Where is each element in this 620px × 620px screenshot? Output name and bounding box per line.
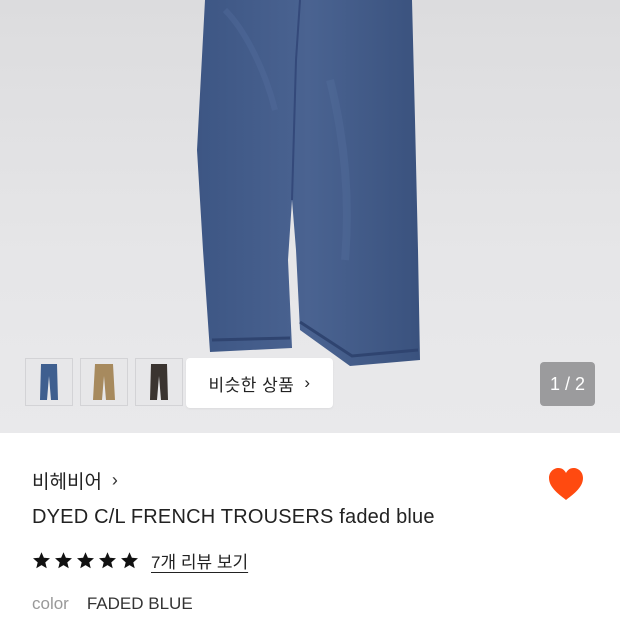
thumbnail-strip — [25, 358, 183, 406]
pants-thumb-icon — [150, 364, 168, 400]
thumbnail-dark[interactable] — [135, 358, 183, 406]
product-title: DYED C/L FRENCH TROUSERS faded blue — [32, 506, 435, 528]
pants-thumb-icon — [40, 364, 58, 400]
similar-products-button[interactable]: 비슷한 상품 › — [186, 358, 333, 408]
heart-icon[interactable] — [546, 464, 586, 504]
star-icon — [121, 552, 138, 569]
star-icon — [99, 552, 116, 569]
brand-link[interactable]: 비헤비어 › — [32, 467, 118, 494]
color-value: FADED BLUE — [86, 594, 193, 613]
product-image-gallery[interactable]: 비슷한 상품 › 1 / 2 — [0, 0, 620, 433]
star-icon — [33, 552, 50, 569]
chevron-right-icon: › — [111, 470, 118, 490]
color-row: color FADED BLUE — [32, 594, 193, 614]
rating-row: 7개 리뷰 보기 — [32, 548, 248, 573]
star-icon — [77, 552, 94, 569]
star-rating — [32, 551, 139, 570]
brand-name: 비헤비어 — [32, 472, 102, 493]
thumbnail-khaki[interactable] — [80, 358, 128, 406]
star-icon — [55, 552, 72, 569]
thumbnail-blue[interactable] — [25, 358, 73, 406]
similar-products-label: 비슷한 상품 — [208, 375, 295, 395]
chevron-right-icon: › — [304, 373, 311, 392]
image-counter: 1 / 2 — [540, 362, 595, 406]
view-reviews-link[interactable]: 7개 리뷰 보기 — [151, 548, 248, 573]
pants-thumb-icon — [93, 364, 115, 400]
color-label: color — [32, 594, 69, 613]
